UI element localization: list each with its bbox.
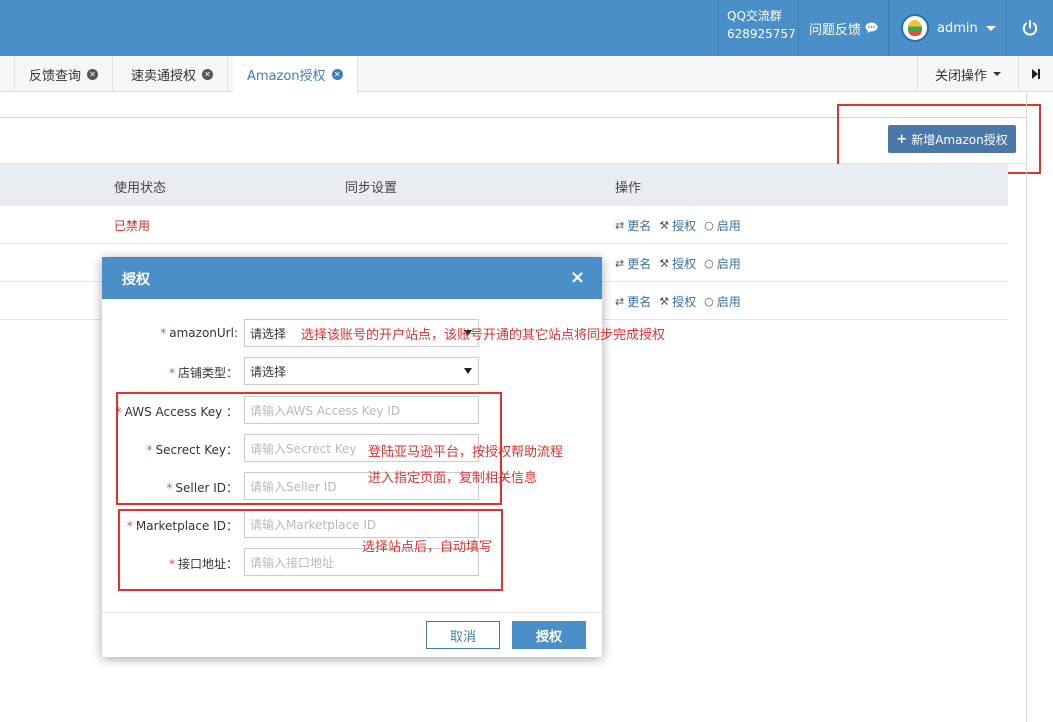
row-actions: ⇄ 更名 ⚒ 授权 ○ 启用 — [615, 293, 741, 310]
circle-icon: ○ — [704, 257, 714, 270]
tab-aliexpress-auth[interactable]: 速卖通授权 ✕ — [117, 56, 229, 92]
qq-group-info[interactable]: QQ交流群 628925757 — [718, 0, 798, 56]
logout-button[interactable] — [1006, 0, 1053, 56]
close-operations-dropdown[interactable]: 关闭操作 — [917, 56, 1018, 92]
circle-icon: ○ — [704, 295, 714, 308]
authorize-button[interactable]: 授权 — [512, 621, 586, 649]
annotation-site-note: 选择该账号的开户站点，该账号开通的其它站点将同步完成授权 — [301, 328, 666, 343]
close-icon[interactable]: ✕ — [202, 68, 214, 80]
retweet-icon: ⇄ — [615, 295, 625, 308]
rename-link[interactable]: ⇄ 更名 — [615, 293, 651, 310]
close-icon[interactable]: ✕ — [87, 68, 99, 80]
tab-feedback-query[interactable]: 反馈查询 ✕ — [14, 56, 114, 92]
tab-amazon-auth[interactable]: Amazon授权 ✕ — [233, 56, 358, 93]
power-icon — [1022, 20, 1038, 36]
amazon-url-label: * amazonUrl: — [160, 326, 238, 340]
authorize-link[interactable]: ⚒ 授权 — [659, 255, 696, 272]
authorize-link[interactable]: ⚒ 授权 — [659, 217, 696, 234]
close-icon[interactable]: × — [570, 267, 585, 288]
retweet-icon: ⇄ — [615, 219, 625, 232]
store-type-label: * 店铺类型： — [168, 366, 238, 380]
column-header-status: 使用状态 — [114, 181, 167, 196]
table-row — [0, 206, 1008, 244]
rename-link[interactable]: ⇄ 更名 — [615, 255, 651, 272]
tab-label: 速卖通授权 — [131, 68, 197, 84]
column-header-sync: 同步设置 — [345, 181, 398, 196]
close-icon[interactable]: ✕ — [331, 69, 343, 80]
feedback-button[interactable]: 问题反馈 — [798, 0, 888, 56]
gavel-icon: ⚒ — [659, 295, 670, 308]
avatar — [901, 14, 929, 42]
top-navbar: QQ交流群 628925757 问题反馈 admin — [0, 0, 1053, 56]
user-menu[interactable]: admin — [888, 0, 1006, 56]
scroll-tabs-right-button[interactable] — [1018, 56, 1053, 92]
cancel-button[interactable]: 取消 — [426, 621, 500, 649]
scrollbar-track[interactable] — [1026, 93, 1027, 722]
status-badge: 已禁用 — [114, 219, 151, 233]
skip-forward-icon — [1032, 69, 1040, 79]
enable-link[interactable]: ○ 启用 — [704, 255, 741, 272]
feedback-label: 问题反馈 — [808, 22, 861, 38]
chat-bubble-icon — [865, 22, 878, 33]
tab-bar: 反馈查询 ✕ 速卖通授权 ✕ Amazon授权 ✕ 关闭操作 — [0, 56, 1053, 93]
column-header-actions: 操作 — [615, 181, 642, 196]
enable-link[interactable]: ○ 启用 — [704, 217, 741, 234]
gavel-icon: ⚒ — [659, 257, 670, 270]
dropdown-arrow-icon — [464, 368, 472, 374]
dialog-title: 授权 — [122, 272, 150, 288]
tab-label: 反馈查询 — [29, 68, 82, 84]
qq-group-label: QQ交流群 — [727, 9, 782, 23]
tab-label: Amazon授权 — [247, 69, 326, 84]
qq-group-number: 628925757 — [727, 27, 796, 41]
close-ops-label: 关闭操作 — [934, 68, 987, 84]
chevron-down-icon — [993, 72, 1001, 76]
enable-link[interactable]: ○ 启用 — [704, 293, 741, 310]
gavel-icon: ⚒ — [659, 219, 670, 232]
retweet-icon: ⇄ — [615, 257, 625, 270]
annotation-login-note-1: 登陆亚马逊平台，按授权帮助流程 — [368, 445, 564, 460]
circle-icon: ○ — [704, 219, 714, 232]
annotation-login-note-2: 进入指定页面，复制相关信息 — [368, 471, 538, 486]
row-actions: ⇄ 更名 ⚒ 授权 ○ 启用 — [615, 255, 741, 272]
dialog-header: 授权 × — [102, 257, 602, 299]
annotation-auto-fill-note: 选择站点后，自动填写 — [362, 540, 493, 555]
rename-link[interactable]: ⇄ 更名 — [615, 217, 651, 234]
row-actions: ⇄ 更名 ⚒ 授权 ○ 启用 — [615, 217, 741, 234]
authorize-link[interactable]: ⚒ 授权 — [659, 293, 696, 310]
username: admin — [937, 20, 978, 36]
chevron-down-icon — [985, 25, 996, 31]
store-type-select[interactable]: 请选择 — [244, 357, 479, 385]
